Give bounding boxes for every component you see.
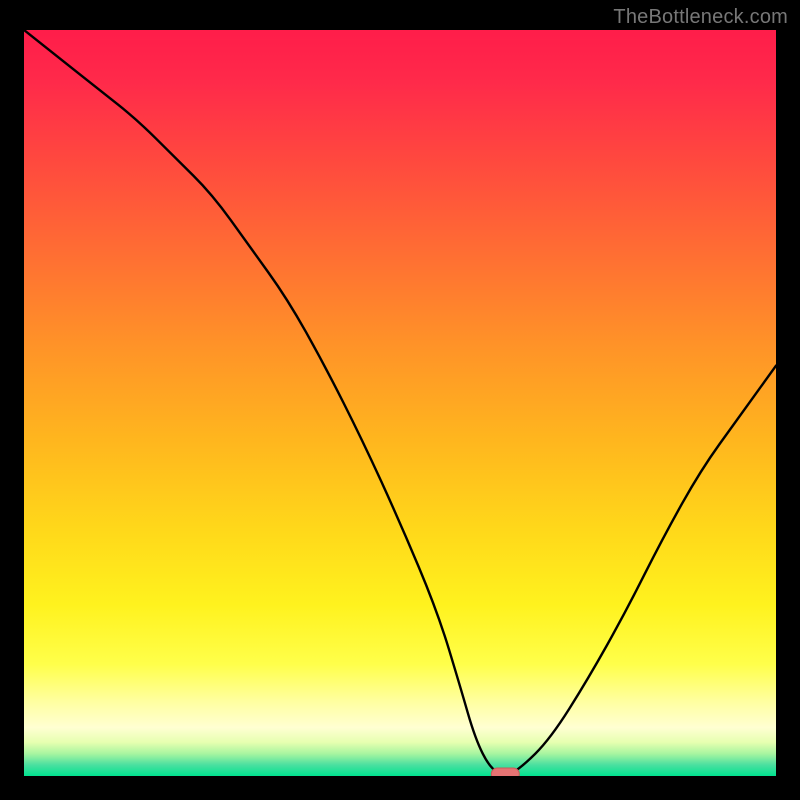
chart-svg [24,30,776,776]
chart-frame: TheBottleneck.com [0,0,800,800]
optimal-point-marker [491,768,519,776]
gradient-rect [24,30,776,776]
plot-area [24,30,776,776]
watermark-text: TheBottleneck.com [613,6,788,29]
